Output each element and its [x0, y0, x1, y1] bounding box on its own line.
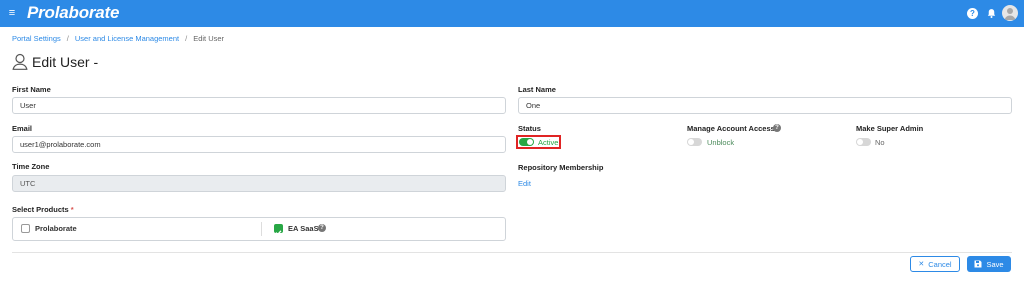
time-zone-label: Time Zone: [12, 162, 50, 171]
toggle-knob: [688, 139, 694, 145]
first-name-field[interactable]: User: [12, 97, 506, 114]
repository-edit-link[interactable]: Edit: [518, 179, 531, 188]
email-label: Email: [12, 124, 33, 133]
cancel-button-label: Cancel: [928, 259, 952, 269]
time-zone-field: UTC: [12, 175, 506, 192]
toggle-knob: [527, 139, 533, 145]
product-checkbox-ea-saas[interactable]: [274, 224, 283, 236]
product-label-ea-saas: EA SaaS: [288, 224, 319, 233]
user-outline-icon: [12, 53, 28, 70]
breadcrumb-separator: /: [66, 34, 69, 43]
products-divider: [261, 222, 262, 236]
email-field[interactable]: user1@prolaborate.com: [12, 136, 506, 153]
products-box: [12, 217, 506, 241]
breadcrumb-current: Edit User: [193, 34, 225, 43]
toggle-knob: [857, 139, 863, 145]
help-icon[interactable]: ?: [967, 8, 978, 19]
cancel-button[interactable]: ✕ Cancel: [910, 256, 960, 272]
status-label: Status: [518, 124, 541, 133]
repository-membership-label: Repository Membership: [518, 163, 604, 172]
top-bar: ≡ Prolaborate ?: [0, 0, 1024, 27]
page-title-text: Edit User -: [32, 53, 99, 70]
status-toggle-label: Active: [538, 138, 559, 147]
save-icon: [974, 260, 982, 268]
required-mark: *: [70, 205, 74, 214]
super-admin-toggle-label: No: [875, 138, 885, 147]
save-button[interactable]: Save: [967, 256, 1011, 272]
save-button-label: Save: [986, 259, 1004, 269]
super-admin-toggle[interactable]: [856, 138, 871, 146]
hamburger-icon[interactable]: ≡: [6, 6, 18, 20]
breadcrumb-portal-settings[interactable]: Portal Settings: [12, 34, 61, 43]
breadcrumb: Portal Settings / User and License Managem…: [12, 34, 224, 43]
super-admin-label: Make Super Admin: [856, 124, 924, 133]
help-icon[interactable]: ?: [773, 124, 781, 132]
app-logo[interactable]: Prolaborate: [27, 3, 119, 23]
user-avatar-icon[interactable]: [1002, 5, 1018, 21]
select-products-label-text: Select Products: [12, 205, 69, 214]
manage-access-toggle-label: Unblock: [707, 138, 735, 147]
status-toggle[interactable]: [519, 138, 534, 146]
check-icon: [275, 230, 282, 236]
footer-divider: [12, 252, 1012, 253]
last-name-label: Last Name: [518, 85, 556, 94]
manage-access-label: Manage Account Access: [687, 124, 775, 133]
product-checkbox-prolaborate[interactable]: [21, 224, 30, 233]
breadcrumb-separator: /: [185, 34, 188, 43]
bell-icon[interactable]: [986, 8, 997, 19]
last-name-field[interactable]: One: [518, 97, 1012, 114]
manage-access-toggle[interactable]: [687, 138, 702, 146]
first-name-label: First Name: [12, 85, 51, 94]
select-products-label: Select Products *: [12, 205, 74, 214]
page-title: Edit User -: [12, 53, 98, 70]
close-icon: ✕: [918, 261, 925, 268]
help-icon[interactable]: ?: [318, 224, 326, 232]
product-label-prolaborate: Prolaborate: [35, 224, 77, 233]
breadcrumb-user-license-management[interactable]: User and License Management: [75, 34, 179, 43]
